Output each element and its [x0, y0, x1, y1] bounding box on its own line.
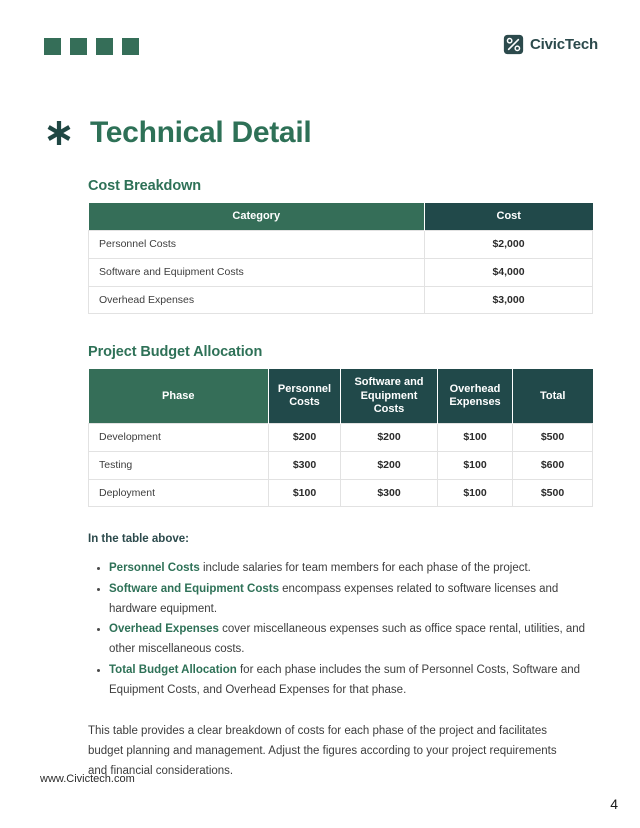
cell-software: $300	[340, 478, 438, 508]
budget-allocation-table: Phase Personnel Costs Software and Equip…	[88, 369, 593, 508]
column-header-category: Category	[88, 203, 425, 231]
cell-software: $200	[340, 423, 438, 452]
page-title-row: Technical Detail	[44, 116, 312, 150]
cell-phase: Testing	[88, 451, 269, 480]
footer-website-url: www.Civictech.com	[40, 773, 135, 785]
cell-cost: $3,000	[424, 285, 593, 315]
column-header-cost: Cost	[424, 203, 593, 231]
list-item-lead: Software and Equipment Costs	[109, 582, 279, 595]
circuit-node-logo-icon	[503, 34, 524, 55]
cell-personnel: $200	[268, 423, 341, 452]
list-item: Software and Equipment Costs encompass e…	[97, 580, 592, 620]
table-row: Testing $300 $200 $100 $600	[88, 451, 593, 480]
cell-personnel: $100	[268, 478, 341, 508]
cell-overhead: $100	[437, 478, 513, 508]
page-number: 4	[610, 796, 618, 812]
brand-logo: CivicTech	[503, 34, 598, 55]
cell-cost: $2,000	[424, 230, 593, 259]
table-row: Overhead Expenses $3,000	[88, 285, 593, 315]
budget-allocation-heading: Project Budget Allocation	[88, 344, 263, 361]
table-row: Development $200 $200 $100 $500	[88, 423, 593, 452]
list-item-lead: Total Budget Allocation	[109, 664, 237, 677]
cell-phase: Deployment	[88, 478, 269, 508]
cell-total: $600	[512, 451, 593, 480]
table-row: Software and Equipment Costs $4,000	[88, 258, 593, 287]
budget-allocation-section: Project Budget Allocation Phase Personne…	[88, 344, 593, 508]
page-title: Technical Detail	[90, 116, 312, 149]
cell-cost: $4,000	[424, 258, 593, 287]
cell-overhead: $100	[437, 451, 513, 480]
cost-breakdown-section: Cost Breakdown Category Cost Personnel C…	[88, 178, 593, 315]
column-header-total: Total	[512, 369, 593, 424]
cell-total: $500	[512, 423, 593, 452]
asterisk-icon	[47, 121, 71, 146]
notes-section: In the table above: Personnel Costs incl…	[88, 533, 592, 782]
cell-personnel: $300	[268, 451, 341, 480]
list-item: Overhead Expenses cover miscellaneous ex…	[97, 620, 592, 660]
table-row: Deployment $100 $300 $100 $500	[88, 478, 593, 508]
closing-paragraph: This table provides a clear breakdown of…	[88, 724, 557, 778]
page-header: CivicTech	[0, 0, 640, 92]
table-row: Personnel Costs $2,000	[88, 230, 593, 259]
table-header-row: Category Cost	[88, 203, 593, 231]
decorative-square	[122, 38, 139, 55]
cell-category: Overhead Expenses	[88, 285, 425, 315]
list-item: Total Budget Allocation for each phase i…	[97, 661, 592, 701]
decorative-square	[96, 38, 113, 55]
column-header-software: Software and Equipment Costs	[340, 369, 438, 424]
table-header-row: Phase Personnel Costs Software and Equip…	[88, 369, 593, 424]
cell-overhead: $100	[437, 423, 513, 452]
cell-software: $200	[340, 451, 438, 480]
column-header-phase: Phase	[88, 369, 269, 424]
cell-total: $500	[512, 478, 593, 508]
notes-list: Personnel Costs include salaries for tea…	[88, 559, 592, 700]
cost-breakdown-table: Category Cost Personnel Costs $2,000 Sof…	[88, 203, 593, 315]
cell-category: Software and Equipment Costs	[88, 258, 425, 287]
decorative-square	[44, 38, 61, 55]
list-item-text: include salaries for team members for ea…	[199, 562, 531, 575]
cost-breakdown-heading: Cost Breakdown	[88, 178, 202, 194]
notes-intro: In the table above:	[88, 533, 189, 546]
cell-phase: Development	[88, 423, 269, 452]
list-item-lead: Personnel Costs	[109, 562, 200, 575]
page-content: Cost Breakdown Category Cost Personnel C…	[88, 178, 593, 782]
list-item-lead: Overhead Expenses	[109, 623, 219, 636]
cell-category: Personnel Costs	[88, 230, 425, 259]
column-header-overhead: Overhead Expenses	[437, 369, 513, 424]
decorative-squares	[44, 38, 139, 55]
list-item: Personnel Costs include salaries for tea…	[97, 559, 592, 579]
column-header-personnel: Personnel Costs	[268, 369, 341, 424]
brand-name: CivicTech	[530, 36, 598, 53]
decorative-square	[70, 38, 87, 55]
